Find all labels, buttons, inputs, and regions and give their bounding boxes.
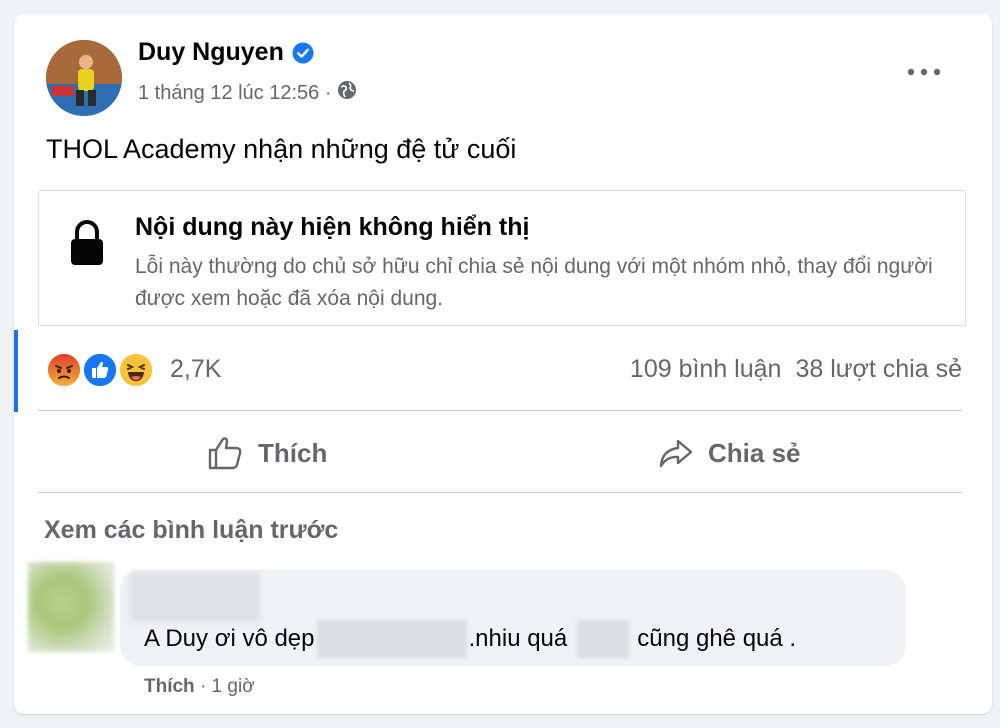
- divider-top: [38, 410, 962, 411]
- angry-reaction-icon: [46, 352, 82, 388]
- reaction-count[interactable]: 2,7K: [170, 355, 221, 384]
- unavailable-title: Nội dung này hiện không hiển thị: [135, 213, 530, 241]
- globe-icon[interactable]: [337, 80, 357, 106]
- comment-text-part2: .nhiu quá: [468, 625, 568, 652]
- focus-indicator: [14, 330, 18, 412]
- unavailable-description: Lỗi này thường do chủ sở hữu chỉ chia sẻ…: [135, 255, 933, 310]
- post-meta: 1 tháng 12 lúc 12:56 ·: [138, 80, 357, 106]
- comment-text-part3: cũng ghê quá .: [637, 625, 797, 652]
- post-text: THOL Academy nhận những đệ tử cuối: [46, 134, 517, 164]
- comment-meta: Thích · 1 giờ: [144, 676, 255, 698]
- like-reaction-icon: [82, 352, 118, 388]
- redacted-text: [577, 620, 630, 658]
- share-button[interactable]: Chia sẻ: [658, 432, 801, 474]
- share-arrow-icon: [659, 439, 693, 468]
- more-options-button[interactable]: [900, 56, 948, 88]
- redacted-text: [316, 620, 467, 658]
- post-timestamp[interactable]: 1 tháng 12 lúc 12:56 ·: [138, 82, 331, 105]
- comment-time[interactable]: · 1 giờ: [200, 676, 255, 697]
- comment-count[interactable]: 109 bình luận: [630, 355, 782, 384]
- reaction-icons[interactable]: [46, 352, 162, 388]
- comment-like-link[interactable]: Thích: [144, 676, 195, 697]
- verified-badge-icon: [292, 42, 314, 64]
- haha-reaction-icon: [118, 352, 154, 388]
- author-avatar[interactable]: [46, 40, 122, 116]
- like-button[interactable]: Thích: [208, 432, 327, 474]
- comment-text-part1: A Duy ơi vô dẹp: [144, 625, 315, 652]
- share-count[interactable]: 38 lượt chia sẻ: [795, 355, 962, 384]
- comment-text: A Duy ơi vô dẹp .nhiu quá cũng ghê quá .: [144, 620, 796, 658]
- share-label: Chia sẻ: [708, 437, 801, 468]
- author-name[interactable]: Duy Nguyen: [138, 38, 284, 67]
- lock-icon: [69, 219, 105, 267]
- unavailable-content-box: Nội dung này hiện không hiển thị Lỗi này…: [38, 190, 966, 326]
- thumbs-up-icon: [208, 437, 242, 470]
- commenter-avatar-blurred[interactable]: [28, 562, 114, 652]
- divider-bottom: [38, 492, 962, 493]
- post-stats: 109 bình luận 38 lượt chia sẻ: [630, 355, 962, 384]
- like-label: Thích: [258, 437, 328, 468]
- more-options-icon: [907, 68, 941, 76]
- avatar-photo: [46, 40, 122, 116]
- view-previous-comments-link[interactable]: Xem các bình luận trước: [44, 516, 338, 545]
- commenter-name-blurred[interactable]: [130, 572, 260, 622]
- author-name-row: Duy Nguyen: [138, 38, 314, 67]
